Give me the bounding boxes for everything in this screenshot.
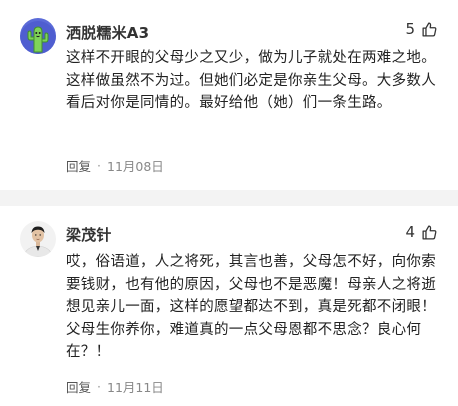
reply-button[interactable]: 回复 bbox=[66, 377, 91, 396]
comment-list: 洒脱糯米A3 5 这样不开眼的父母少之又少，做为儿子就处在两难之地。这样做虽然不… bbox=[0, 0, 458, 406]
thumbs-up-icon bbox=[422, 224, 437, 240]
meta-separator: · bbox=[97, 158, 101, 173]
thumbs-up-icon bbox=[422, 21, 437, 37]
comment-divider bbox=[0, 190, 458, 206]
meta-separator: · bbox=[97, 379, 101, 394]
comment-text: 哎，俗语道，人之将死，其言也善，父母怎不好，向你索要钱财，也有他的原因，父母也不… bbox=[66, 254, 436, 360]
avatar[interactable] bbox=[20, 221, 56, 257]
comment-timestamp: 11月11日 bbox=[107, 380, 164, 395]
comment-text: 这样不开眼的父母少之又少，做为儿子就处在两难之地。这样做虽然不为过。但她们必定是… bbox=[66, 50, 436, 111]
like-count: 5 bbox=[405, 20, 415, 38]
comment-meta: 回复 · 11月08日 bbox=[66, 156, 164, 175]
comment-meta: 回复 · 11月11日 bbox=[66, 377, 164, 396]
username[interactable]: 梁茂针 bbox=[66, 224, 112, 245]
comment-timestamp: 11月08日 bbox=[107, 159, 164, 174]
like-button[interactable]: 5 bbox=[405, 20, 438, 38]
person-photo-avatar-icon bbox=[20, 221, 56, 257]
avatar[interactable] bbox=[20, 18, 56, 54]
like-button[interactable]: 4 bbox=[405, 223, 438, 241]
like-count: 4 bbox=[405, 223, 415, 241]
username[interactable]: 洒脱糯米A3 bbox=[66, 22, 149, 43]
cactus-avatar-icon bbox=[20, 18, 56, 54]
reply-button[interactable]: 回复 bbox=[66, 156, 91, 175]
comment-item: 洒脱糯米A3 5 这样不开眼的父母少之又少，做为儿子就处在两难之地。这样做虽然不… bbox=[0, 0, 458, 190]
comment-item: 梁茂针 4 哎，俗语道，人之将死，其言也善，父母怎不好，向你索要钱财，也有他的原… bbox=[0, 206, 458, 406]
